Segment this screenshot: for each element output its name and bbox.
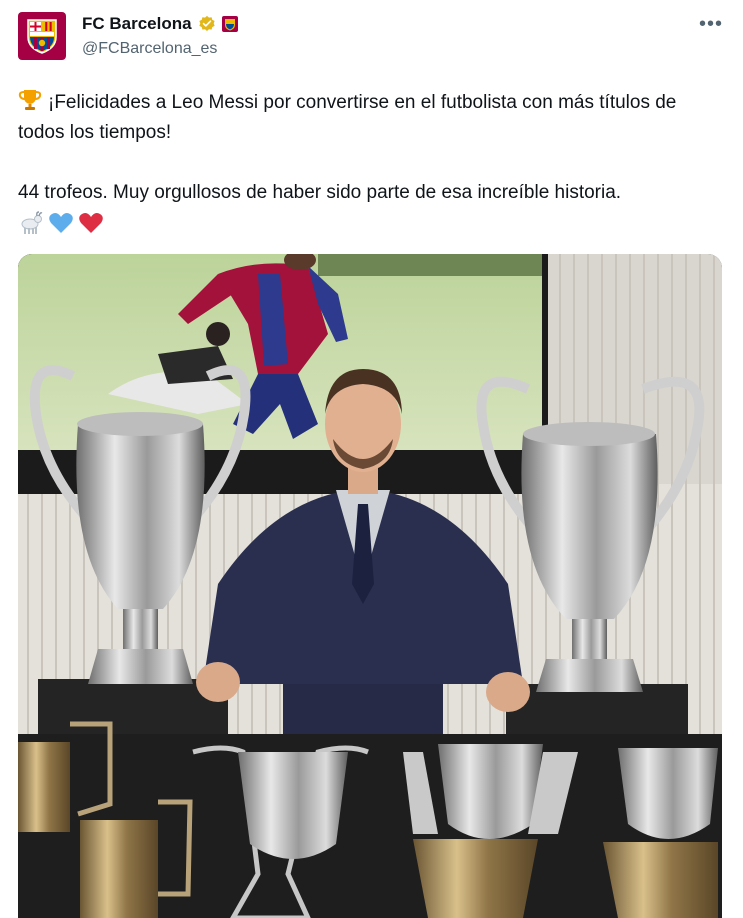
account-name[interactable]: FC Barcelona: [82, 14, 192, 34]
fcb-crest-icon: [27, 19, 57, 54]
avatar[interactable]: [18, 12, 66, 60]
verified-badge-icon[interactable]: [198, 15, 216, 33]
name-row: FC Barcelona: [82, 14, 238, 34]
blue-heart-icon: [49, 213, 73, 233]
tweet-paragraph-1: ¡Felicidades a Leo Messi por convertirse…: [18, 88, 723, 148]
tweet-line-1: ¡Felicidades a Leo Messi por convertirse…: [18, 92, 677, 143]
fcb-mini-badge-icon[interactable]: [221, 16, 238, 32]
account-handle[interactable]: @FCBarcelona_es: [82, 40, 217, 58]
tweet-line-2: 44 trofeos. Muy orgullosos de haber sido…: [18, 182, 622, 203]
messi-trophies-photo: [18, 254, 722, 918]
more-icon[interactable]: •••: [699, 14, 723, 34]
tweet-header: FC Barcelona @FCBarcelona_es •••: [0, 0, 743, 72]
red-heart-icon: [79, 213, 103, 233]
emoji-row: [18, 210, 723, 236]
trophy-icon: [18, 90, 42, 110]
tweet-photo[interactable]: [18, 254, 722, 918]
tweet-text: ¡Felicidades a Leo Messi por convertirse…: [18, 88, 723, 236]
tweet-paragraph-2: 44 trofeos. Muy orgullosos de haber sido…: [18, 178, 723, 208]
front-trophies: [18, 721, 722, 918]
goat-icon: [21, 211, 43, 234]
